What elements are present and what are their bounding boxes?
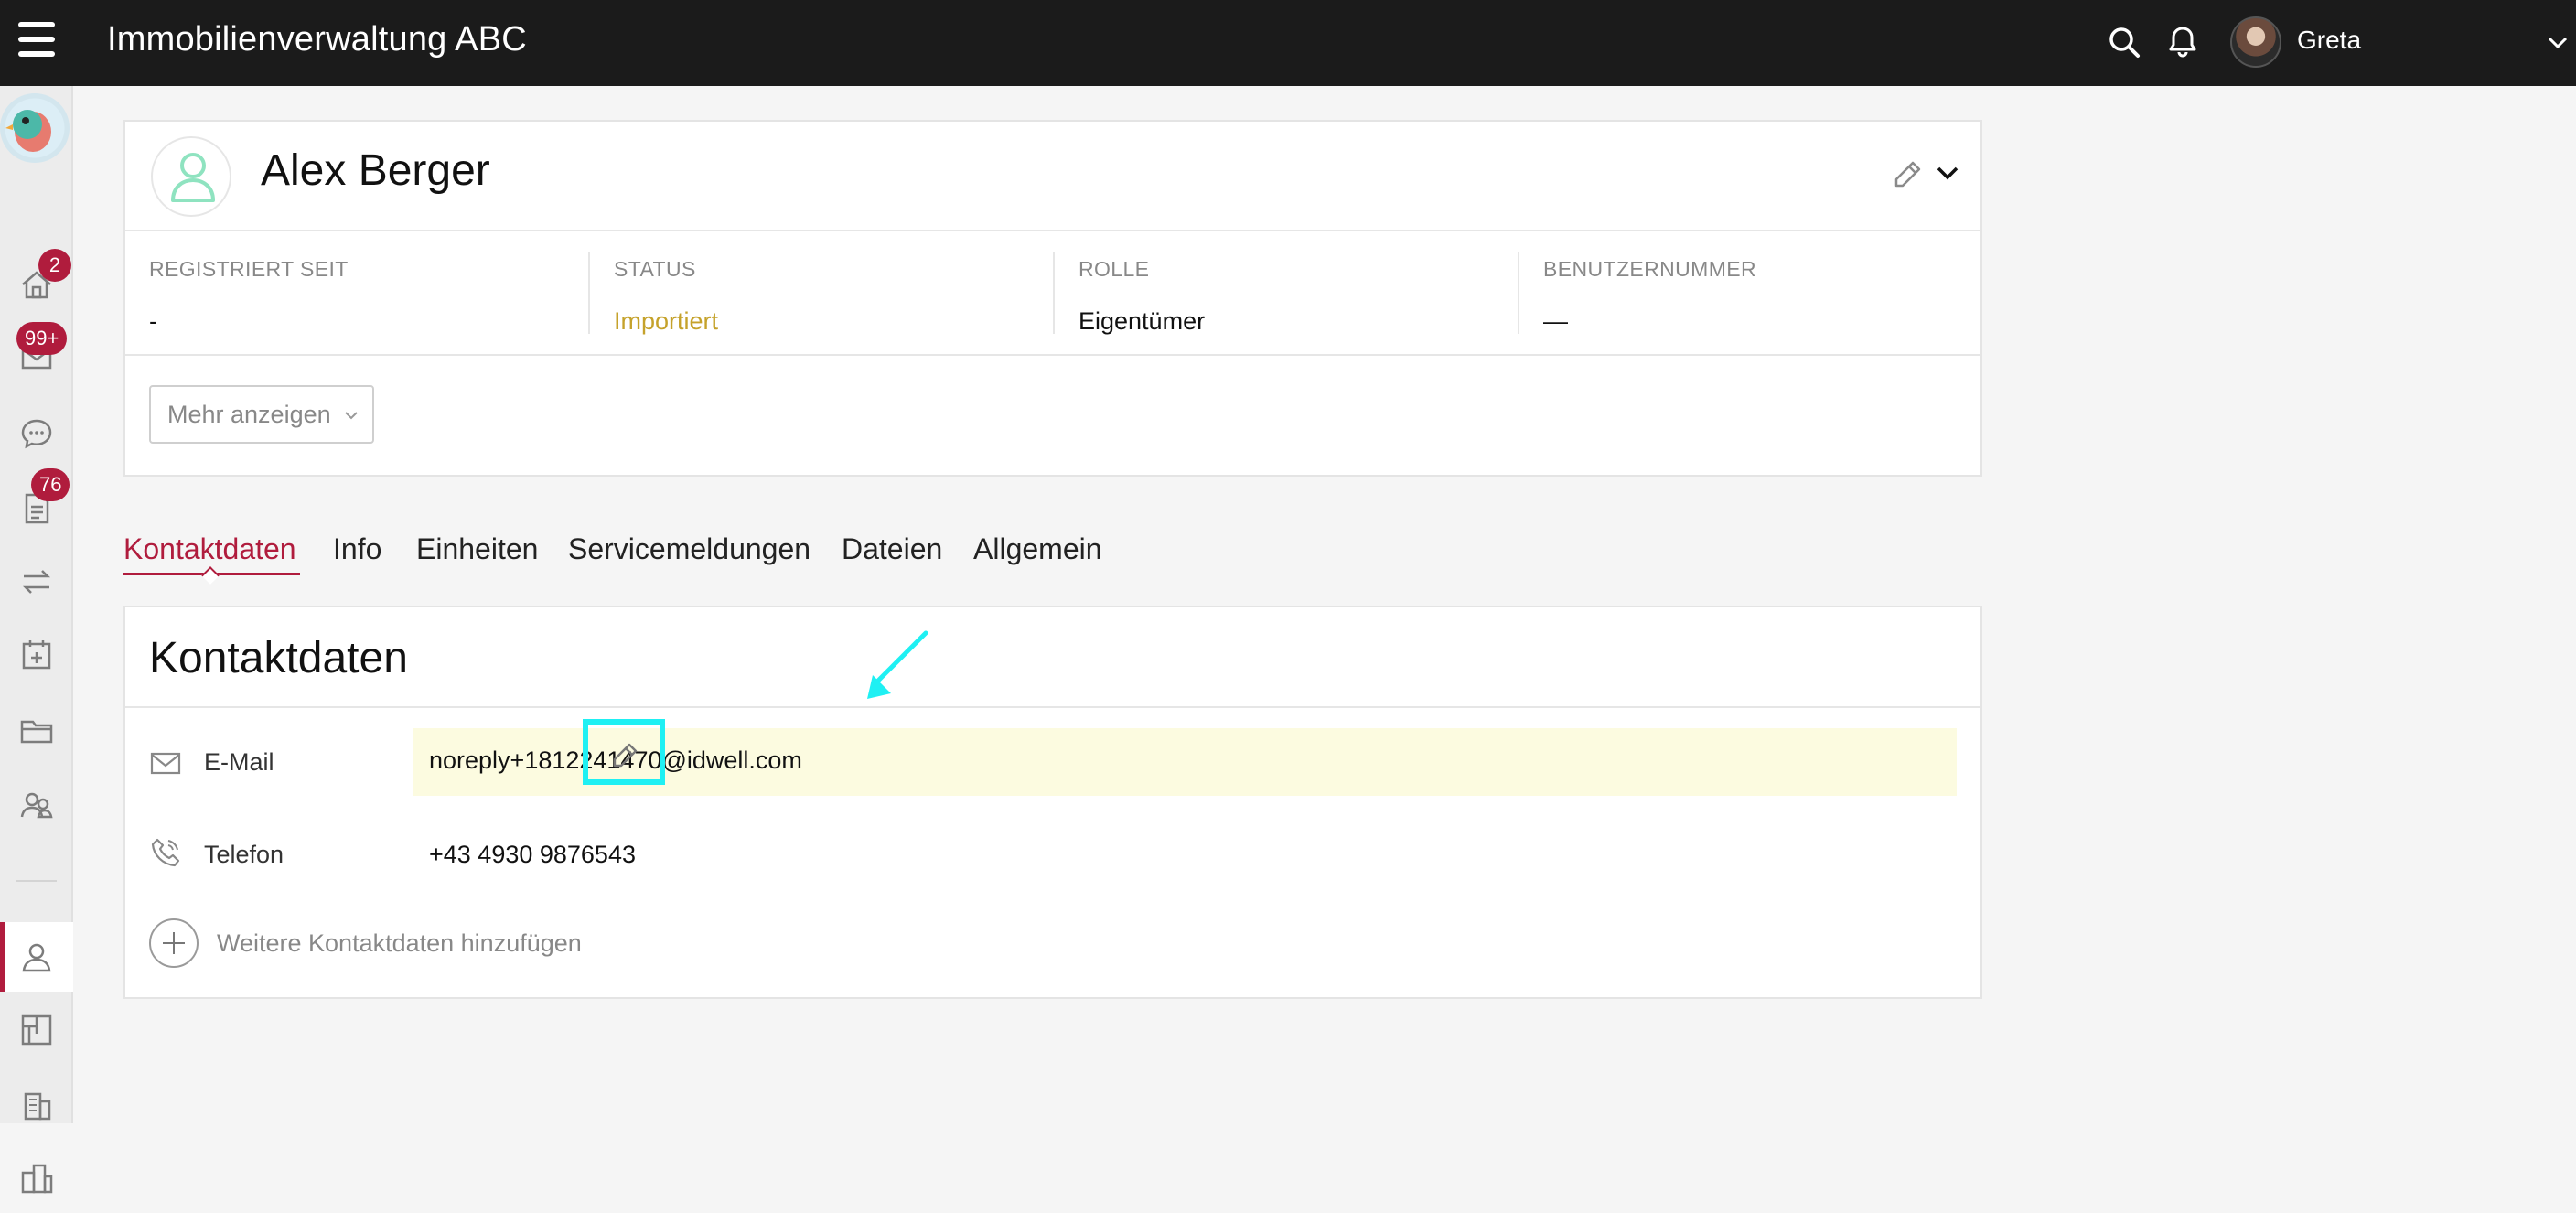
person-header-card: Alex Berger REGISTRIERT SEIT - STATUS Im…: [123, 120, 1982, 477]
contact-card: Kontaktdaten E-Mail noreply+1812241470@i…: [123, 606, 1982, 999]
person-name: Alex Berger: [261, 146, 490, 195]
email-label: E-Mail: [204, 748, 274, 776]
sidebar-divider: [16, 880, 57, 882]
search-icon[interactable]: [2104, 22, 2144, 62]
tab-allgemein[interactable]: Allgemein: [973, 532, 1102, 566]
sidebar-item-mail[interactable]: 99+: [0, 322, 73, 392]
divider: [125, 354, 1980, 356]
chevron-down-icon[interactable]: [1931, 156, 1964, 189]
sidebar-item-person[interactable]: [0, 922, 73, 992]
sidebar: 2 99+ 76: [0, 86, 73, 1194]
sidebar-item-folders[interactable]: [0, 695, 73, 765]
pencil-icon: [613, 743, 638, 768]
add-contact-label[interactable]: Weitere Kontaktdaten hinzufügen: [217, 929, 582, 958]
pencil-icon[interactable]: [1891, 158, 1924, 191]
sidebar-item-properties[interactable]: [0, 1143, 73, 1213]
stat-label: REGISTRIERT SEIT: [149, 257, 349, 281]
active-tab-caret: [201, 566, 220, 585]
stat-separator: [1053, 252, 1055, 334]
show-more-button[interactable]: Mehr anzeigen: [149, 385, 374, 444]
stat-status: STATUS Importiert: [614, 257, 1044, 336]
stat-separator: [588, 252, 590, 334]
stat-label: BENUTZERNUMMER: [1543, 257, 1757, 281]
stat-registered: REGISTRIERT SEIT -: [149, 257, 579, 336]
divider: [125, 230, 1980, 231]
sidebar-item-units[interactable]: [0, 995, 73, 1065]
user-avatar[interactable]: [2230, 16, 2281, 68]
transfer-arrows-icon: [22, 570, 51, 594]
stat-value: -: [149, 307, 157, 335]
section-title: Kontaktdaten: [149, 634, 408, 682]
stat-separator: [1518, 252, 1519, 334]
sidebar-item-transfers[interactable]: [0, 547, 73, 617]
chevron-down-icon[interactable]: [2543, 27, 2572, 57]
documents-badge: 76: [31, 468, 70, 501]
stat-role: ROLLE Eigentümer: [1079, 257, 1508, 336]
chevron-down-icon: [345, 412, 358, 420]
phone-value[interactable]: +43 4930 9876543: [429, 841, 636, 869]
sidebar-item-contacts[interactable]: [0, 770, 73, 840]
sidebar-item-documents[interactable]: 76: [0, 468, 73, 543]
tab-kontaktdaten[interactable]: Kontaktdaten: [123, 532, 296, 566]
stat-user-number: BENUTZERNUMMER —: [1543, 257, 1973, 336]
top-bar: Immobilienverwaltung ABC Greta: [0, 0, 2576, 86]
bird-avatar[interactable]: [0, 93, 70, 163]
mail-badge: 99+: [16, 322, 68, 355]
person-avatar-icon: [171, 153, 215, 202]
app-title: Immobilienverwaltung ABC: [107, 20, 527, 59]
email-edit-button[interactable]: [583, 719, 665, 785]
tab-dateien[interactable]: Dateien: [842, 532, 942, 566]
person-icon: [22, 943, 51, 972]
tab-info[interactable]: Info: [333, 532, 381, 566]
people-icon: [20, 792, 53, 819]
bell-icon[interactable]: [2163, 22, 2203, 62]
plus-circle-icon: [163, 932, 185, 954]
folder-icon: [20, 720, 53, 744]
building-icon: [24, 1092, 51, 1121]
tab-einheiten[interactable]: Einheiten: [416, 532, 538, 566]
tab-servicemeldungen[interactable]: Servicemeldungen: [568, 532, 810, 566]
sidebar-item-chat[interactable]: [0, 399, 73, 468]
person-avatar: [151, 136, 231, 217]
sidebar-item-buildings[interactable]: [0, 1070, 73, 1140]
phone-label: Telefon: [204, 841, 284, 868]
stat-value: —: [1543, 307, 1568, 335]
hamburger-icon[interactable]: [16, 22, 57, 59]
chat-icon: [21, 419, 52, 449]
user-name[interactable]: Greta: [2297, 26, 2361, 55]
mail-icon: [150, 752, 181, 775]
phone-icon: [151, 838, 180, 867]
sidebar-item-calendar[interactable]: [0, 620, 73, 690]
sidebar-item-home[interactable]: 2: [0, 249, 73, 320]
floorplan-icon: [21, 1014, 52, 1046]
city-icon: [21, 1164, 53, 1194]
stat-label: STATUS: [614, 257, 696, 281]
annotation-arrow-icon: [867, 630, 928, 699]
calendar-icon: [22, 640, 51, 670]
status-value: Importiert: [614, 307, 719, 335]
bird-icon: [5, 110, 51, 152]
add-contact-button[interactable]: [149, 918, 199, 968]
divider: [125, 706, 1980, 708]
stat-value: Eigentümer: [1079, 307, 1206, 335]
home-badge: 2: [38, 249, 71, 282]
show-more-label: Mehr anzeigen: [167, 400, 331, 428]
stat-label: ROLLE: [1079, 257, 1150, 281]
